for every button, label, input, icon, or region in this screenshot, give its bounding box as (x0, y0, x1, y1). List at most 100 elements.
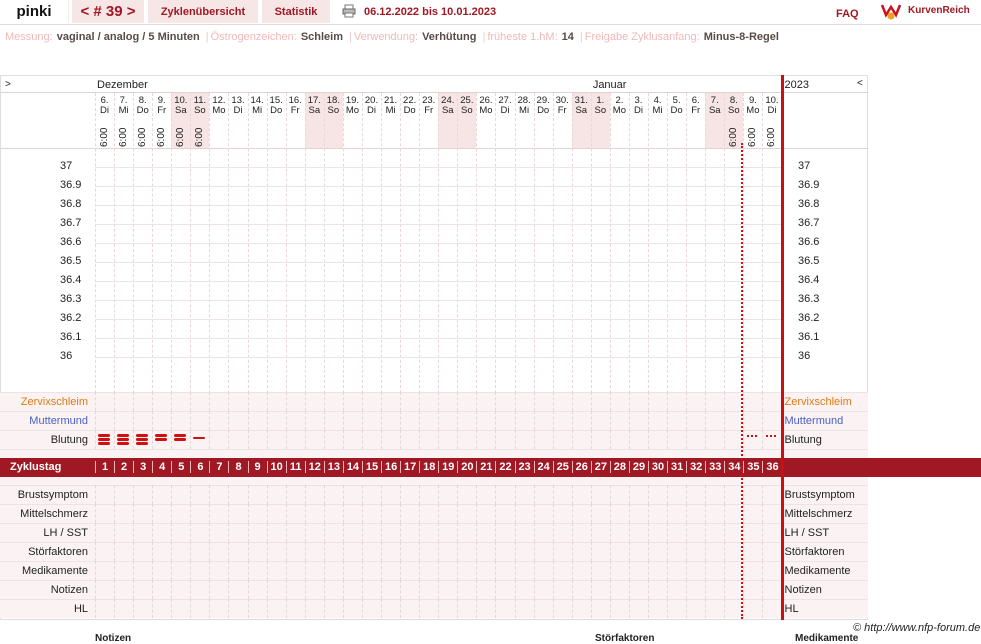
mittel-label-left: Mittelschmerz (20, 508, 88, 520)
hl-label-left: HL (73, 603, 88, 615)
grid-vline (95, 411, 96, 430)
grid-vline (381, 542, 383, 561)
day-weekday-label: Mo (345, 105, 360, 116)
grid-vline (323, 430, 325, 449)
grid-vline (762, 430, 764, 449)
grid-vline (95, 430, 96, 449)
cycle-day-number: 4 (152, 461, 171, 473)
nav-prev-button[interactable]: > (5, 79, 11, 90)
grid-vline (209, 523, 211, 542)
grid-vline (400, 580, 402, 599)
lh-label-left: LH / SST (43, 527, 88, 539)
date-range: 06.12.2022 bis 10.01.2023 (364, 6, 497, 18)
grid-vline (686, 430, 688, 449)
grid-vline (419, 485, 421, 504)
tab-cycle-overview[interactable]: Zyklenübersicht (148, 0, 258, 23)
bleeding-mark (136, 434, 149, 437)
temp-label-right: 36.1 (798, 331, 820, 343)
header-border (0, 148, 868, 149)
temp-gridline (95, 338, 782, 339)
grid-vline (381, 485, 383, 504)
cycle-day-number: 22 (495, 461, 514, 473)
grid-vline (686, 542, 688, 561)
info-label: Verwendung: (353, 31, 419, 43)
bleeding-mark (98, 442, 110, 445)
grid-vline (171, 504, 173, 523)
tab-statistics[interactable]: Statistik (262, 0, 330, 23)
faq-link[interactable]: FAQ (836, 8, 859, 20)
grid-vline (228, 485, 230, 504)
day-weekday-label: Sa (308, 105, 321, 116)
grid-vline (400, 485, 402, 504)
grid-vline (304, 392, 306, 411)
grid-vline (438, 392, 440, 411)
cycle-day-number: 20 (457, 461, 476, 473)
day-weekday-label: Sa (575, 105, 588, 116)
nav-next-button[interactable]: < (857, 78, 863, 89)
grid-vline (705, 485, 707, 504)
cycle-day-number: 23 (514, 461, 534, 473)
temp-gridline (95, 243, 782, 244)
temp-label-left: 36.7 (60, 217, 82, 229)
grid-vline (190, 411, 192, 430)
grid-vline (609, 523, 611, 542)
grid-vline (762, 599, 764, 618)
cycle-day-label: Zyklustag (10, 461, 62, 473)
cycle-day-number: 15 (361, 461, 381, 473)
day-weekday-label: Mo (212, 105, 226, 116)
grid-vline (400, 430, 402, 449)
grid-vline (552, 523, 554, 542)
bleeding-mark (136, 442, 149, 445)
grid-vline (648, 392, 650, 411)
stoer-label-left: Störfaktoren (28, 546, 88, 558)
temp-label-right: 36.8 (798, 198, 820, 210)
cycle-navigator[interactable]: < # 39 > (72, 0, 144, 23)
day-weekday-label: Do (670, 105, 683, 116)
grid-vline (323, 542, 325, 561)
cycle-day-number: 30 (648, 461, 667, 473)
logo-text[interactable]: KurvenReich (908, 5, 970, 16)
today-divider (780, 75, 784, 620)
grid-vline (762, 485, 764, 504)
kurvenreich-logo-icon[interactable] (880, 1, 902, 21)
info-value: vaginal / analog / 5 Minuten (56, 31, 200, 43)
day-weekday-label: Mi (118, 105, 129, 116)
grid-vline (171, 561, 173, 580)
grid-vline (190, 392, 192, 411)
grid-vline (571, 430, 573, 449)
grid-vline (476, 599, 478, 618)
grid-vline (304, 504, 306, 523)
measure-time-label: 6:00 (156, 127, 168, 147)
day-weekday-label: Do (270, 105, 283, 116)
grid-vline (533, 504, 535, 523)
grid-vline (724, 523, 726, 542)
temp-label-left: 36.2 (60, 312, 82, 324)
grid-vline (342, 523, 344, 542)
grid-vline (514, 542, 516, 561)
grid-vline (190, 561, 192, 580)
grid-vline (247, 580, 249, 599)
grid-vline (686, 561, 688, 580)
grid-vline (285, 392, 287, 411)
grid-vline (495, 523, 497, 542)
grid-vline (495, 430, 497, 449)
grid-vline (228, 523, 230, 542)
grid-vline (419, 599, 421, 618)
day-weekday-label: So (194, 105, 206, 116)
grid-vline (476, 580, 478, 599)
grid-vline (342, 561, 344, 580)
grid-vline (762, 561, 764, 580)
grid-vline (667, 430, 669, 449)
temp-label-left: 36.5 (60, 255, 82, 267)
print-icon[interactable] (342, 4, 356, 18)
grid-vline (571, 504, 573, 523)
cycle-day-number: 32 (686, 461, 705, 473)
hl-label-right: HL (784, 603, 799, 615)
grid-vline (381, 523, 383, 542)
grid-vline (381, 580, 383, 599)
grid-vline (323, 580, 325, 599)
cycle-day-number: 19 (438, 461, 457, 473)
grid-vline (171, 430, 173, 449)
grid-vline (323, 411, 325, 430)
grid-vline (495, 392, 497, 411)
